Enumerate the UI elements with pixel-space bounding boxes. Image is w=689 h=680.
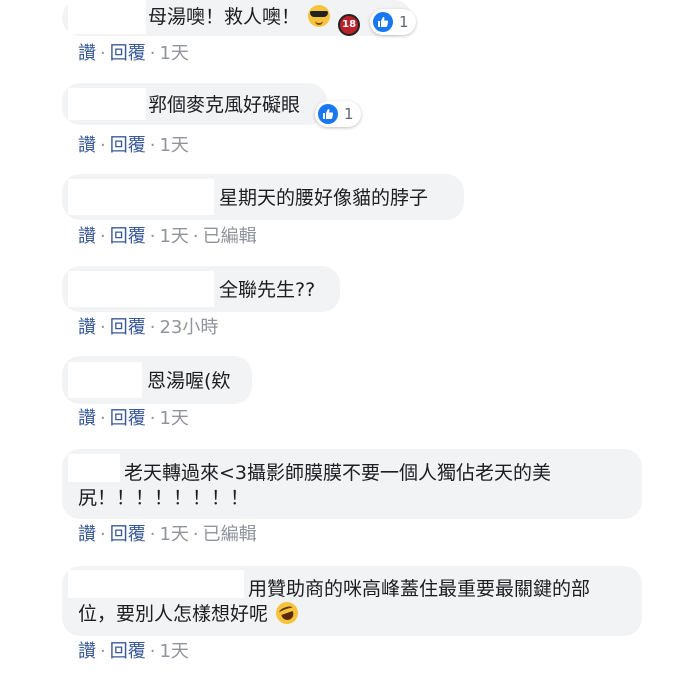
redacted-name	[68, 362, 142, 398]
comment-text-line1: 老天轉過來<3攝影師膜膜不要一個人獨佔老天的美	[124, 462, 552, 484]
redacted-name	[68, 271, 214, 307]
redacted-name	[68, 0, 146, 34]
like-link[interactable]: 讚	[78, 641, 96, 662]
reaction-count[interactable]: 1	[370, 9, 416, 35]
like-link[interactable]: 讚	[78, 43, 96, 64]
thumbs-up-icon	[318, 104, 338, 124]
reply-link[interactable]: 回覆	[110, 317, 146, 338]
comment-text-line1: 用贊助商的咪高峰蓋住最重要最關鍵的部	[248, 578, 591, 600]
timestamp[interactable]: 1天	[159, 408, 188, 429]
comment-text: 星期天的腰好像貓的脖子	[219, 187, 429, 209]
reply-link[interactable]: 回覆	[110, 135, 146, 156]
timestamp[interactable]: 1天	[159, 641, 188, 662]
comment-actions: 讚 · 回覆 · 1天	[78, 408, 189, 429]
reply-link[interactable]: 回覆	[110, 226, 146, 247]
edited-label[interactable]: 已編輯	[203, 524, 257, 545]
timestamp[interactable]: 1天	[159, 43, 188, 64]
comment-actions: 讚 · 回覆 · 1天	[78, 135, 189, 156]
comment-actions: 讚 · 回覆 · 1天	[78, 43, 189, 64]
comment-actions: 讚 · 回覆 · 1天 · 已編輯	[78, 226, 257, 247]
rolling-laughing-emoji	[272, 598, 302, 628]
thumbs-up-icon	[373, 12, 393, 32]
redacted-name	[68, 454, 120, 482]
like-link[interactable]: 讚	[78, 524, 96, 545]
reply-link[interactable]: 回覆	[110, 408, 146, 429]
comment-text: 郛個麥克風好礙眼	[148, 94, 301, 116]
reply-link[interactable]: 回覆	[110, 524, 146, 545]
comment-actions: 讚 · 回覆 · 23小時	[78, 317, 219, 338]
timestamp[interactable]: 1天	[159, 226, 188, 247]
reaction-count[interactable]: 1	[315, 101, 361, 127]
18-emoji: 18	[338, 14, 361, 36]
edited-label[interactable]: 已編輯	[203, 226, 257, 247]
comment-text: 全聯先生??	[219, 279, 316, 301]
timestamp[interactable]: 1天	[159, 135, 188, 156]
comment-actions: 讚 · 回覆 · 1天	[78, 641, 189, 662]
reply-link[interactable]: 回覆	[110, 641, 146, 662]
redacted-name	[68, 88, 146, 120]
like-link[interactable]: 讚	[78, 408, 96, 429]
timestamp[interactable]: 23小時	[159, 317, 218, 338]
comment-text: 母湯噢！救人噢！ 18	[148, 4, 361, 36]
timestamp[interactable]: 1天	[159, 524, 188, 545]
like-link[interactable]: 讚	[78, 135, 96, 156]
redacted-name	[68, 570, 244, 598]
like-link[interactable]: 讚	[78, 226, 96, 247]
comment-text-line2: 尻！！！！！！！！	[78, 487, 250, 509]
reply-link[interactable]: 回覆	[110, 43, 146, 64]
comment-text: 恩湯喔(欸	[147, 370, 231, 392]
sunglasses-emoji	[308, 5, 331, 27]
redacted-name	[68, 179, 214, 215]
comment-actions: 讚 · 回覆 · 1天 · 已編輯	[78, 524, 257, 545]
like-link[interactable]: 讚	[78, 317, 96, 338]
comment-text-line2: 位，要別人怎樣想好呢	[78, 598, 302, 628]
